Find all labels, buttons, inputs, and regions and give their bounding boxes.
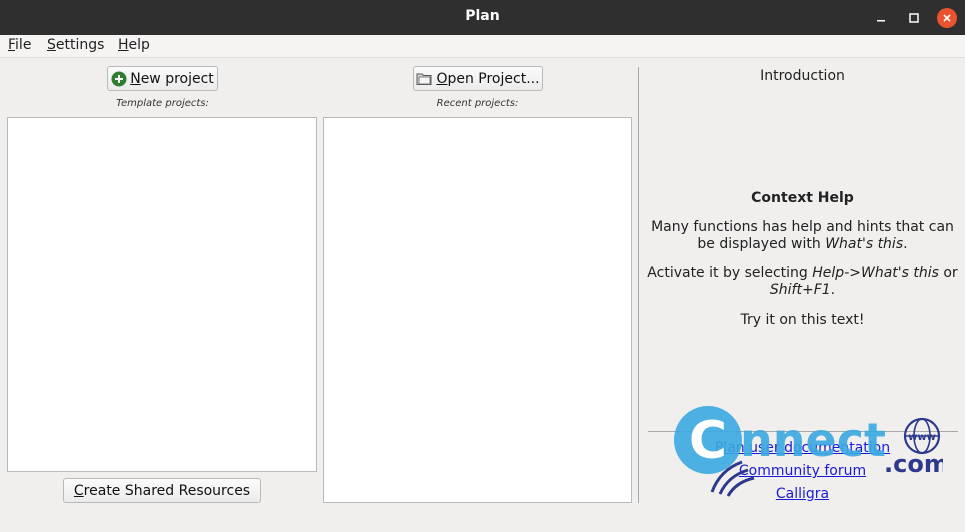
folder-icon: [416, 73, 432, 85]
menu-settings[interactable]: Settings: [47, 37, 104, 53]
menu-bar: File Settings Help: [0, 35, 965, 58]
recent-projects-list[interactable]: [323, 117, 632, 503]
help-paragraph-1: Many functions has help and hints that c…: [651, 219, 954, 252]
title-bar: Plan: [0, 0, 965, 35]
minimize-button[interactable]: [864, 0, 898, 35]
menu-file[interactable]: File: [8, 37, 31, 53]
new-project-button[interactable]: New project: [107, 66, 218, 91]
help-paragraph-3: Try it on this text!: [740, 312, 865, 328]
template-projects-label: Template projects:: [116, 98, 209, 109]
recent-projects-label: Recent projects:: [436, 98, 519, 109]
context-help-title: Context Help: [751, 190, 854, 206]
menu-help[interactable]: Help: [118, 37, 150, 53]
minimize-icon: [877, 19, 885, 21]
maximize-button[interactable]: [897, 0, 931, 35]
add-icon: [111, 71, 127, 86]
help-paragraph-2: Activate it by selecting Help->What's th…: [647, 265, 958, 298]
help-links-divider: [648, 431, 958, 432]
close-icon: [943, 13, 951, 22]
panel-divider[interactable]: [638, 67, 639, 503]
open-project-button[interactable]: Open Project...: [413, 66, 543, 91]
maximize-icon: [909, 12, 919, 23]
calligra-link[interactable]: Calligra: [642, 486, 963, 502]
community-forum-link[interactable]: Community forum: [642, 463, 963, 479]
introduction-title: Introduction: [760, 68, 845, 84]
template-projects-list[interactable]: [7, 117, 317, 472]
user-documentation-link[interactable]: Plan user documentation: [642, 440, 963, 456]
create-shared-resources-button[interactable]: Create Shared Resources: [63, 478, 261, 503]
close-button[interactable]: [930, 0, 964, 35]
window-title: Plan: [465, 8, 500, 24]
